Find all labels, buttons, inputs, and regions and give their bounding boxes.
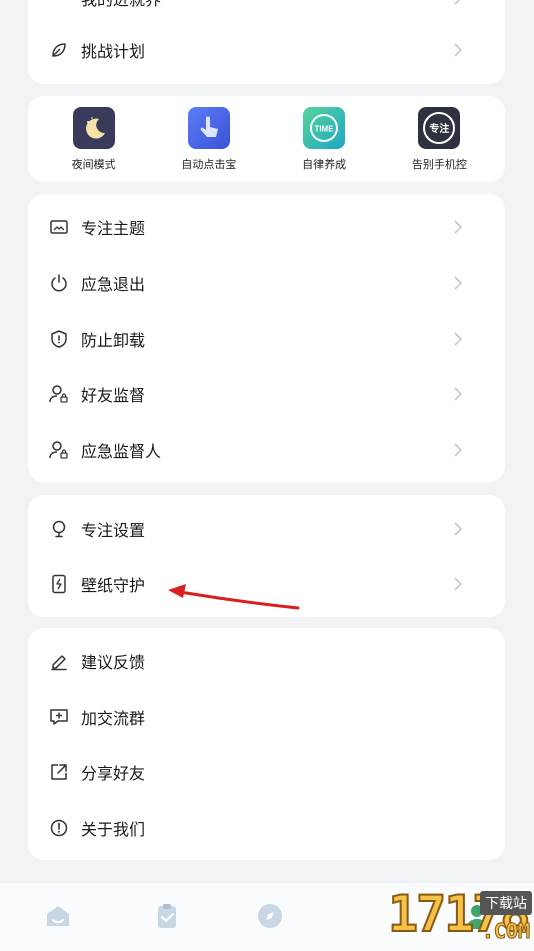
- watermark-badge: 下载站: [480, 891, 532, 915]
- watermark: 17178 下载站 .COM: [306, 884, 534, 950]
- tab-discover[interactable]: [255, 903, 285, 933]
- home-icon: [44, 902, 72, 934]
- compass-icon: [256, 902, 284, 934]
- tab-home[interactable]: [43, 903, 73, 933]
- clipboard-check-icon: [153, 902, 181, 934]
- annotation-arrow: [168, 584, 300, 610]
- tab-tasks[interactable]: [152, 903, 182, 933]
- watermark-suffix: .COM: [481, 919, 530, 944]
